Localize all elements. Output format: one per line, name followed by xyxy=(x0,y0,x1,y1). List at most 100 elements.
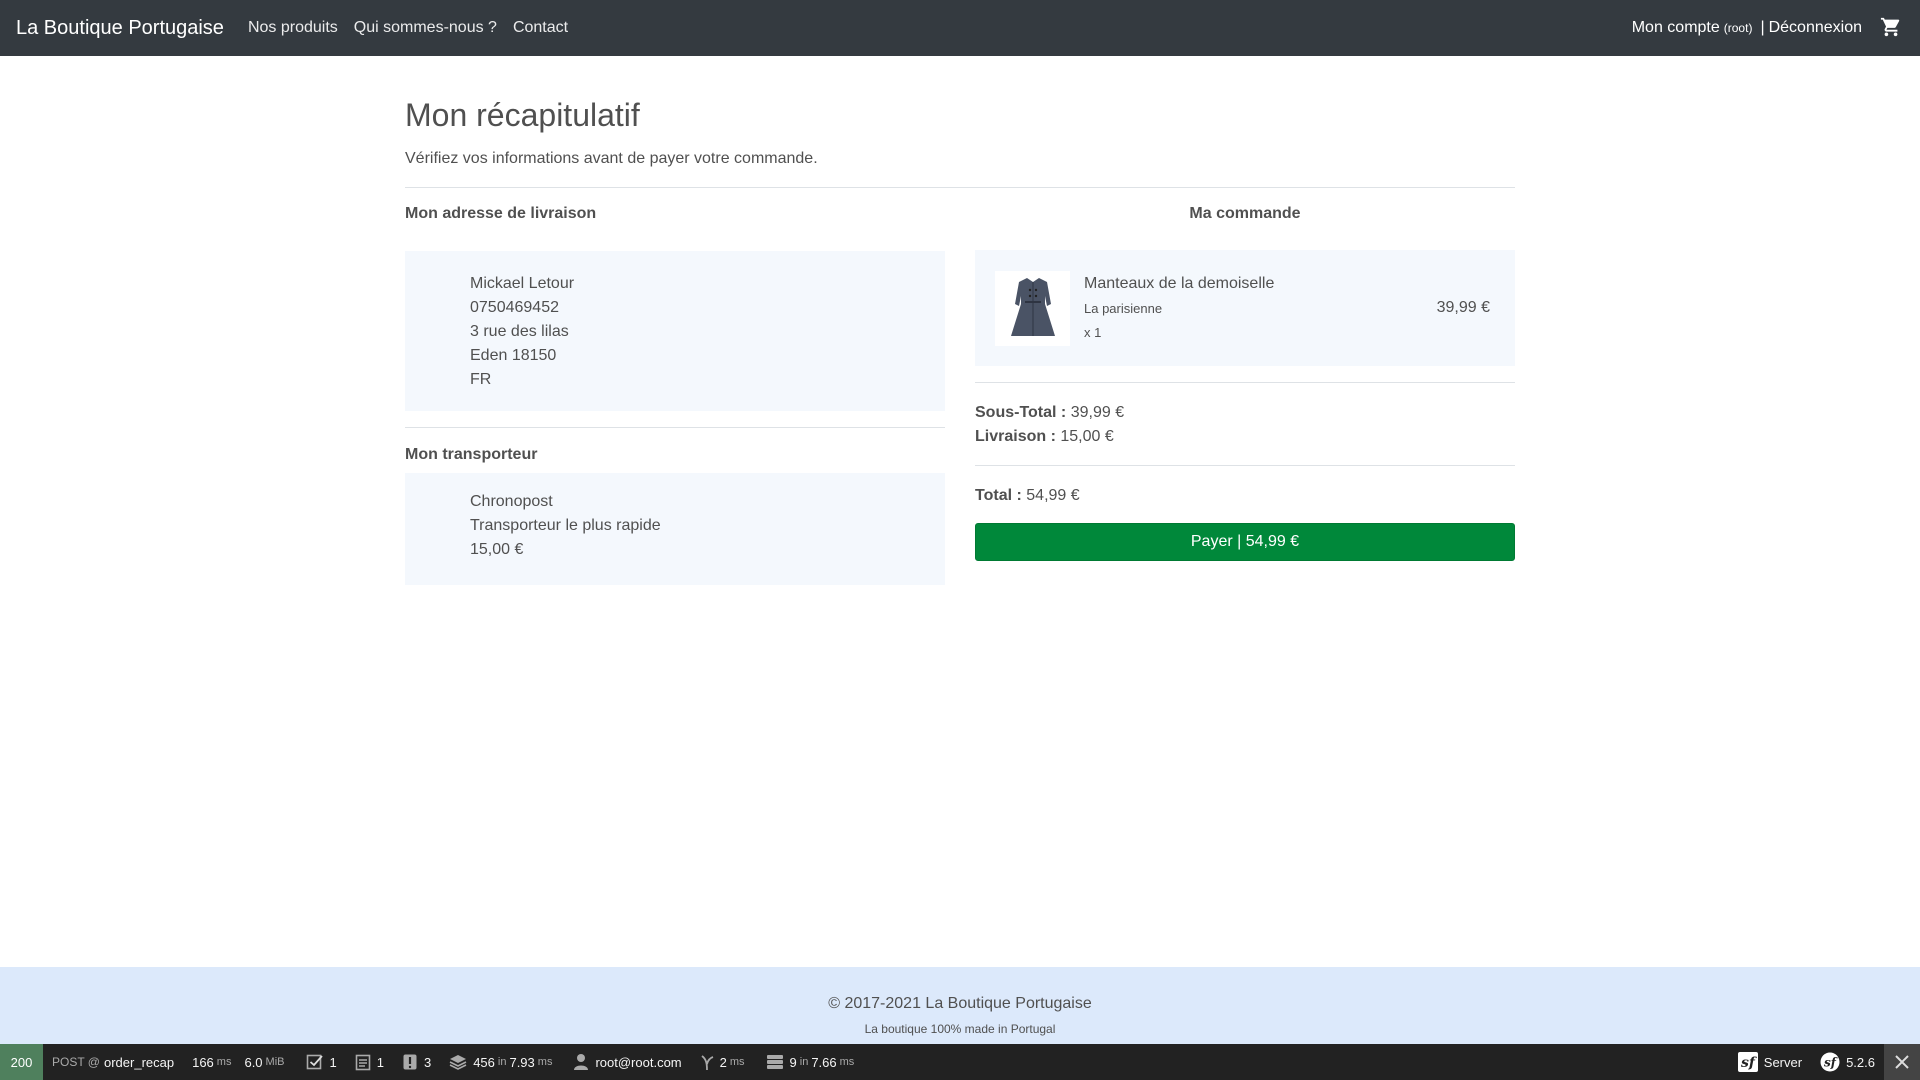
address-name: Mickael Letour xyxy=(470,275,575,293)
nav-link-contact[interactable]: Contact xyxy=(513,19,568,37)
time-value: 166 xyxy=(192,1054,214,1070)
database-icon xyxy=(766,1055,783,1069)
page-title: Mon récapitulatif xyxy=(405,97,640,133)
carrier-box: Chronopost Transporteur le plus rapide 1… xyxy=(405,473,945,586)
shipping-label: Livraison : xyxy=(975,428,1056,446)
divider xyxy=(975,382,1515,384)
memory-value: 6.0 xyxy=(244,1054,263,1070)
carrier-title: Mon transporteur xyxy=(405,446,538,464)
carrier-price: 15,00 € xyxy=(470,541,524,559)
toolbar-errors[interactable]: 3 xyxy=(393,1044,440,1080)
nav-separator: | xyxy=(1760,19,1765,36)
address-box: Mickael Letour 0750469452 3 rue des lila… xyxy=(405,251,945,412)
cache-in: in xyxy=(497,1056,507,1068)
address-country: FR xyxy=(470,371,492,389)
toolbar-right: sf Server sf 5.2.6 xyxy=(1729,1044,1920,1080)
main-container: Mon récapitulatif Vérifiez vos informati… xyxy=(405,56,1515,586)
footer-tagline: La boutique 100% made in Portugal xyxy=(864,1022,1056,1036)
db-in: in xyxy=(799,1056,809,1068)
request-route: order_recap xyxy=(103,1054,175,1070)
db-queries: 9 xyxy=(789,1054,797,1070)
recap-row: Mon adresse de livraison Mickael Letour … xyxy=(405,205,1515,586)
subtotal-label: Sous-Total : xyxy=(975,404,1067,422)
toolbar-time[interactable]: 166 ms 6.0 MiB xyxy=(183,1044,296,1080)
footer-copyright: © 2017-2021 La Boutique Portugaise xyxy=(828,995,1092,1012)
server-label: Server xyxy=(1763,1054,1803,1070)
user-icon xyxy=(574,1054,589,1070)
toolbar-version[interactable]: sf 5.2.6 xyxy=(1811,1044,1884,1080)
cache-unit: ms xyxy=(537,1056,553,1068)
order-totals: Sous-Total : 39,99 € Livraison : 15,00 € xyxy=(975,401,1515,449)
errors-count: 3 xyxy=(423,1054,432,1070)
user-email: root@root.com xyxy=(595,1054,682,1070)
footer: © 2017-2021 La Boutique Portugaise La bo… xyxy=(0,967,1920,1044)
account-username: (root) xyxy=(1723,21,1753,35)
nav-account-area: Mon compte (root) | Déconnexion xyxy=(1632,16,1904,40)
product-price: 39,99 € xyxy=(1436,299,1490,317)
carrier-name: Chronopost xyxy=(470,493,553,511)
product-image xyxy=(995,270,1070,346)
total-label: Total : xyxy=(975,487,1022,505)
product-quantity: x 1 xyxy=(1084,325,1102,341)
svg-text:sf: sf xyxy=(1824,1056,1838,1070)
memory-unit: MiB xyxy=(265,1056,285,1068)
toolbar-request[interactable]: POST @ order_recap xyxy=(43,1044,183,1080)
twig-icon xyxy=(701,1055,713,1071)
toolbar-server[interactable]: sf Server xyxy=(1729,1044,1811,1080)
forms-count: 1 xyxy=(329,1054,337,1070)
divider xyxy=(405,187,1515,189)
nav-link-about[interactable]: Qui sommes-nous ? xyxy=(354,19,497,37)
symfony-logo-icon: sf xyxy=(1737,1052,1758,1072)
symfony-version-icon: sf xyxy=(1820,1052,1840,1072)
pay-button[interactable]: Payer | 54,99 € xyxy=(975,523,1515,562)
twig-unit: ms xyxy=(729,1056,745,1068)
product-name: Manteaux de la demoiselle xyxy=(1084,275,1275,293)
product-info: Manteaux de la demoiselle La parisienne … xyxy=(1084,274,1437,342)
address-phone: 0750469452 xyxy=(470,299,559,317)
carrier-description: Transporteur le plus rapide xyxy=(470,517,661,535)
divider xyxy=(405,427,945,429)
db-time: 7.66 xyxy=(811,1054,837,1070)
account-link[interactable]: Mon compte xyxy=(1632,19,1720,37)
db-unit: ms xyxy=(839,1056,855,1068)
twig-time: 2 xyxy=(719,1054,727,1070)
order-title: Ma commande xyxy=(1189,205,1301,223)
cart-icon[interactable] xyxy=(1880,16,1904,40)
nav-link-products[interactable]: Nos produits xyxy=(248,19,338,37)
brand-link[interactable]: La Boutique Portugaise xyxy=(16,17,224,40)
layers-icon xyxy=(449,1055,467,1070)
toolbar-forms[interactable]: 1 xyxy=(297,1044,346,1080)
cache-count: 456 xyxy=(473,1054,495,1070)
coat-image xyxy=(1010,278,1055,337)
toolbar-twig[interactable]: 2 ms xyxy=(691,1044,757,1080)
divider xyxy=(975,465,1515,467)
shipping-value: 15,00 € xyxy=(1060,428,1114,446)
clipboard-icon xyxy=(355,1054,371,1071)
shipping-line: Livraison : 15,00 € xyxy=(975,425,1515,449)
time-unit: ms xyxy=(216,1056,232,1068)
toolbar-cache[interactable]: 456 in 7.93 ms xyxy=(440,1044,564,1080)
right-column: Ma commande Manteaux de la demoiselle La… xyxy=(975,205,1515,585)
total-line: Total : 54,99 € xyxy=(975,484,1515,508)
logs-count: 1 xyxy=(376,1054,384,1070)
product-subtitle: La parisienne xyxy=(1084,301,1163,317)
order-item: Manteaux de la demoiselle La parisienne … xyxy=(975,250,1515,367)
address-title: Mon adresse de livraison xyxy=(405,205,597,223)
subtotal-value: 39,99 € xyxy=(1070,404,1125,422)
toolbar-db[interactable]: 9 in 7.66 ms xyxy=(757,1044,867,1080)
address-city: Eden 18150 xyxy=(470,347,557,365)
symfony-version: 5.2.6 xyxy=(1846,1054,1875,1070)
total-value: 54,99 € xyxy=(1026,487,1080,505)
request-method: POST @ xyxy=(52,1055,100,1069)
logout-link[interactable]: Déconnexion xyxy=(1769,19,1862,37)
close-icon[interactable] xyxy=(1884,1044,1920,1080)
cache-time: 7.93 xyxy=(509,1054,535,1070)
toolbar-user[interactable]: root@root.com xyxy=(564,1044,690,1080)
status-code[interactable]: 200 xyxy=(0,1044,43,1080)
debug-toolbar: 200 POST @ order_recap 166 ms 6.0 MiB 1 … xyxy=(0,1044,1920,1080)
toolbar-logs[interactable]: 1 xyxy=(346,1044,393,1080)
warning-icon xyxy=(403,1054,417,1070)
address-street: 3 rue des lilas xyxy=(470,323,569,341)
checkbox-icon xyxy=(306,1054,323,1070)
subtotal-line: Sous-Total : 39,99 € xyxy=(975,401,1515,425)
